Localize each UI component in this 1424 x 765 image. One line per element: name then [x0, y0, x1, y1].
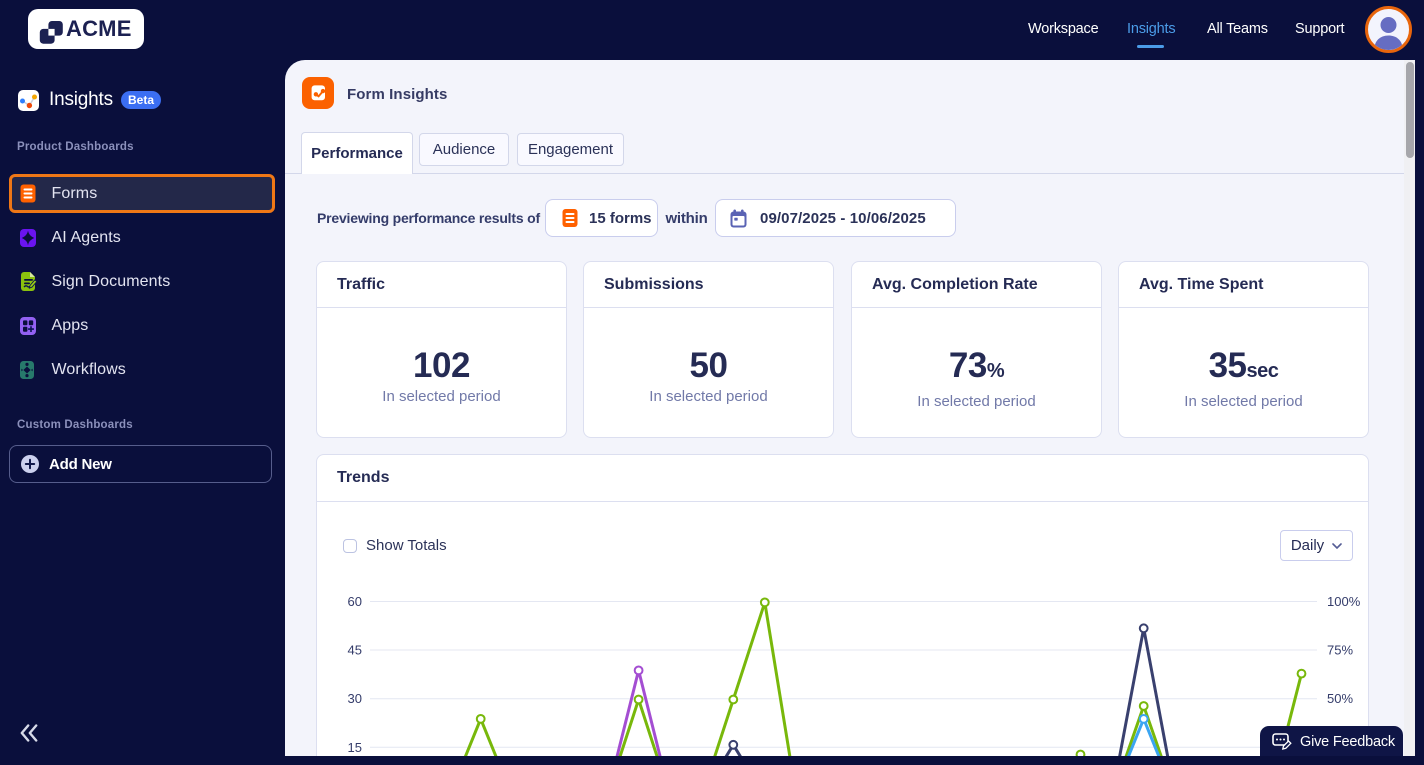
svg-text:100%: 100% — [1327, 594, 1361, 609]
svg-text:15: 15 — [348, 740, 362, 755]
svg-text:30: 30 — [348, 691, 362, 706]
svg-text:60: 60 — [348, 594, 362, 609]
svg-text:45: 45 — [348, 643, 362, 658]
svg-text:75%: 75% — [1327, 643, 1353, 658]
svg-text:50%: 50% — [1327, 691, 1353, 706]
